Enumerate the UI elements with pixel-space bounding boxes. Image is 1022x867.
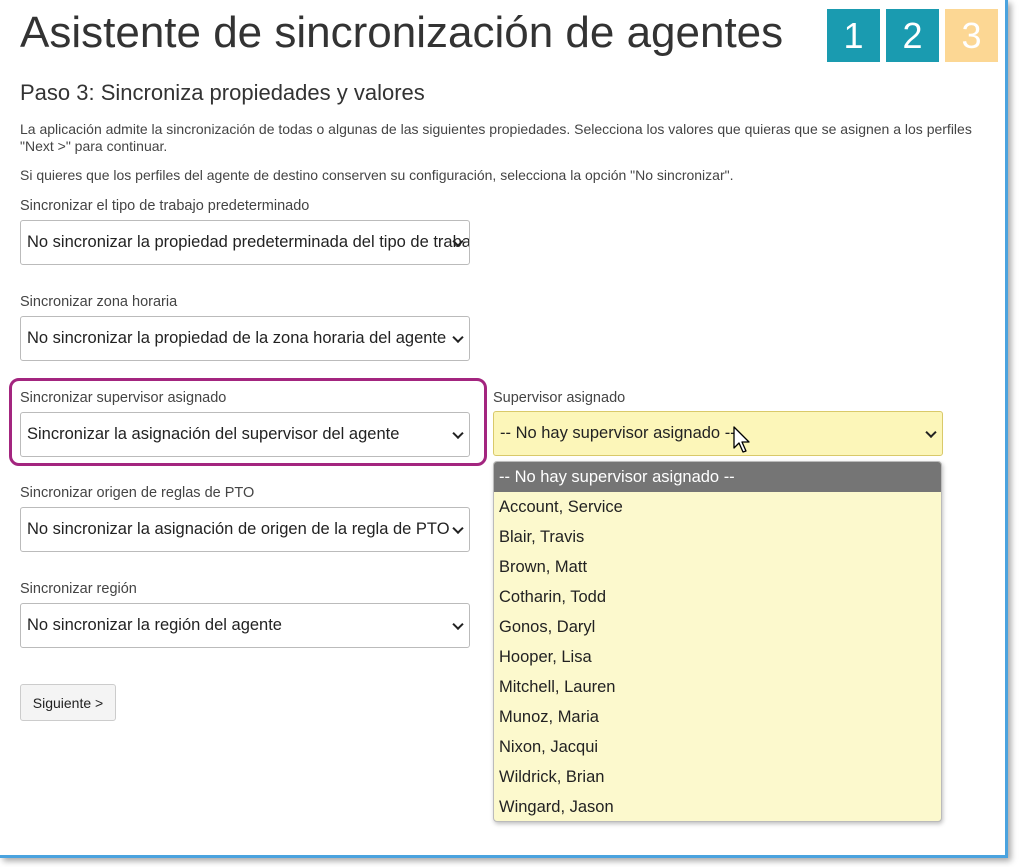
description-text-continued: "Next >" para continuar. [20, 138, 168, 154]
pto-value: No sincronizar la asignación de origen d… [27, 520, 450, 538]
next-button[interactable]: Siguiente > [20, 684, 116, 721]
step-indicator: 1 2 3 [827, 9, 998, 62]
dropdown-option[interactable]: Wildrick, Brian [494, 762, 941, 792]
dropdown-option[interactable]: Nixon, Jacqui [494, 732, 941, 762]
dropdown-option[interactable]: Hooper, Lisa [494, 642, 941, 672]
work-type-value: No sincronizar la propiedad predetermina… [27, 233, 470, 251]
step-2: 2 [886, 9, 939, 62]
dropdown-option[interactable]: Mitchell, Lauren [494, 672, 941, 702]
chevron-down-icon [452, 618, 464, 630]
dropdown-option[interactable]: Wingard, Jason [494, 792, 941, 821]
page-title: Asistente de sincronización de agentes [20, 8, 784, 57]
step-1: 1 [827, 9, 880, 62]
supervisor-sync-select[interactable]: Sincronizar la asignación del supervisor… [20, 412, 470, 457]
chevron-down-icon [452, 427, 464, 439]
region-value: No sincronizar la región del agente [27, 616, 282, 634]
step-3: 3 [945, 9, 998, 62]
description-note: Si quieres que los perfiles del agente d… [20, 167, 734, 183]
region-select[interactable]: No sincronizar la región del agente [20, 603, 470, 648]
supervisor-value: -- No hay supervisor asignado -- [500, 424, 736, 442]
app-window: Asistente de sincronización de agentes 1… [0, 0, 1008, 858]
dropdown-option[interactable]: Cotharin, Todd [494, 582, 941, 612]
supervisor-sync-label: Sincronizar supervisor asignado [20, 390, 227, 406]
dropdown-option[interactable]: Blair, Travis [494, 522, 941, 552]
work-type-select[interactable]: No sincronizar la propiedad predetermina… [20, 220, 470, 265]
mouse-cursor-icon [733, 426, 750, 453]
chevron-down-icon [925, 426, 937, 438]
supervisor-label: Supervisor asignado [493, 390, 626, 406]
time-zone-value: No sincronizar la propiedad de la zona h… [27, 329, 447, 347]
pto-select[interactable]: No sincronizar la asignación de origen d… [20, 507, 470, 552]
time-zone-select[interactable]: No sincronizar la propiedad de la zona h… [20, 316, 470, 361]
pto-label: Sincronizar origen de reglas de PTO [20, 485, 255, 501]
supervisor-sync-value: Sincronizar la asignación del supervisor… [27, 425, 400, 443]
description-text: La aplicación admite la sincronización d… [20, 121, 972, 137]
work-type-label: Sincronizar el tipo de trabajo predeterm… [20, 198, 310, 214]
chevron-down-icon [452, 522, 464, 534]
dropdown-option[interactable]: Account, Service [494, 492, 941, 522]
dropdown-option[interactable]: Munoz, Maria [494, 702, 941, 732]
dropdown-option[interactable]: Gonos, Daryl [494, 612, 941, 642]
time-zone-label: Sincronizar zona horaria [20, 294, 178, 310]
supervisor-select[interactable]: -- No hay supervisor asignado -- [493, 411, 943, 456]
chevron-down-icon [452, 331, 464, 343]
dropdown-option[interactable]: -- No hay supervisor asignado -- [494, 462, 941, 492]
region-label: Sincronizar región [20, 581, 137, 597]
step-subtitle: Paso 3: Sincroniza propiedades y valores [20, 80, 425, 105]
dropdown-option[interactable]: Brown, Matt [494, 552, 941, 582]
supervisor-dropdown-list: -- No hay supervisor asignado -- Account… [493, 461, 942, 822]
